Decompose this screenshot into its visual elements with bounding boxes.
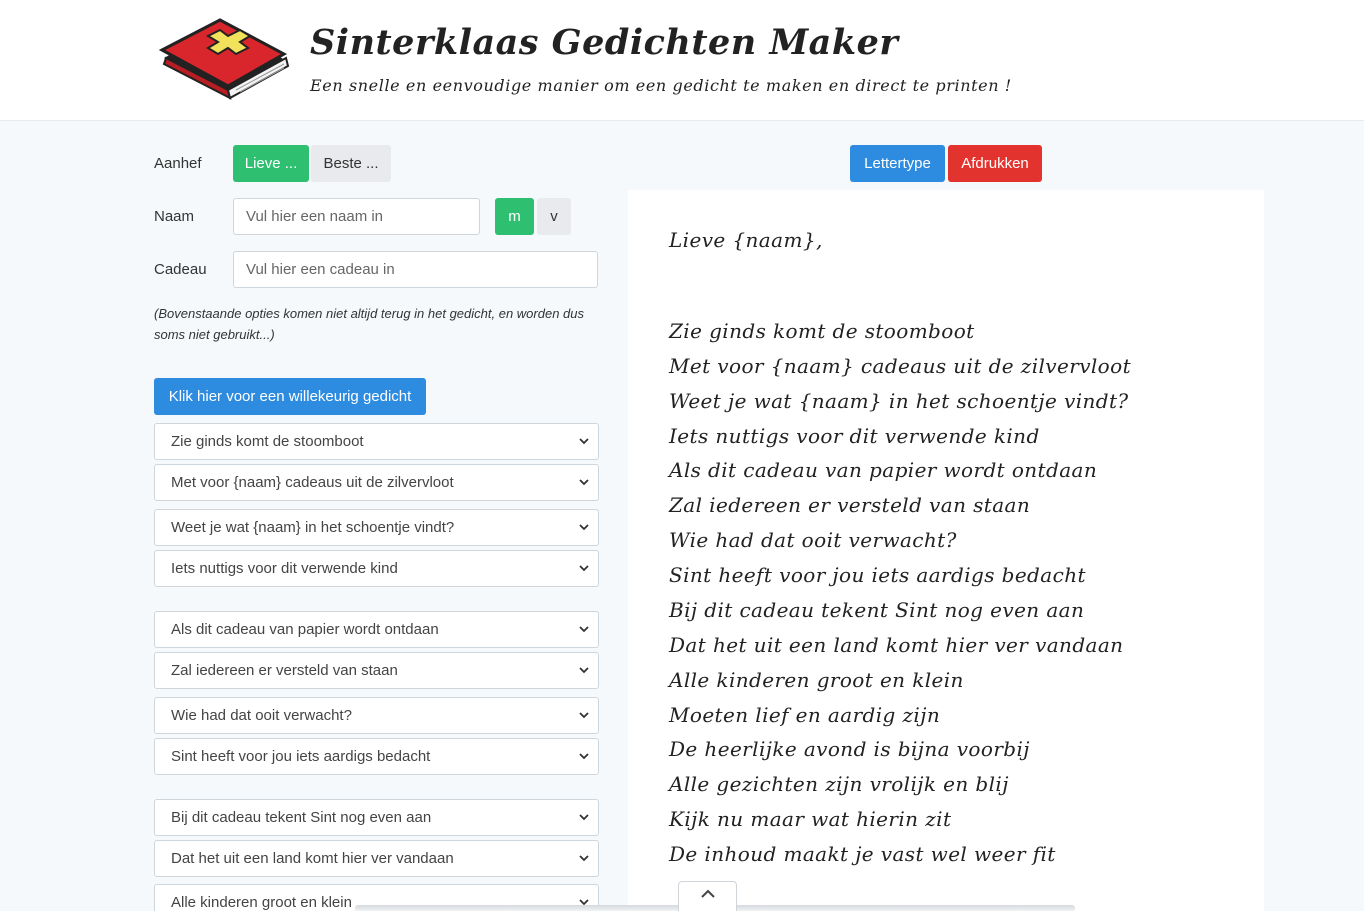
line-select[interactable]: Dat het uit een land komt hier ver vanda… [154, 840, 599, 877]
poem-line: Weet je wat {naam} in het schoentje vind… [669, 389, 1129, 413]
poem-line: Bij dit cadeau tekent Sint nog even aan [669, 598, 1085, 622]
poem-line: Wie had dat ooit verwacht? [669, 528, 957, 552]
line-select-value: Bij dit cadeau tekent Sint nog even aan [171, 809, 432, 826]
gender-m-button[interactable]: m [495, 198, 534, 235]
chevron-down-icon [579, 438, 589, 445]
print-button[interactable]: Afdrukken [948, 145, 1042, 182]
chevron-down-icon [579, 855, 589, 862]
line-select-value: Zal iedereen er versteld van staan [171, 662, 398, 679]
chevron-down-icon [579, 626, 589, 633]
poem-line: Als dit cadeau van papier wordt ontdaan [669, 458, 1098, 482]
aanhef-label: Aanhef [154, 155, 202, 172]
line-select-value: Met voor {naam} cadeaus uit de zilvervlo… [171, 474, 454, 491]
poem-line: Sint heeft voor jou iets aardigs bedacht [669, 563, 1086, 587]
poem-greeting: Lieve {naam}, [669, 228, 823, 252]
font-button[interactable]: Lettertype [850, 145, 945, 182]
line-select-value: Als dit cadeau van papier wordt ontdaan [171, 621, 439, 638]
chevron-down-icon [579, 667, 589, 674]
poem-line: Moeten lief en aardig zijn [669, 703, 941, 727]
chevron-down-icon [579, 712, 589, 719]
line-select[interactable]: Sint heeft voor jou iets aardigs bedacht [154, 738, 599, 775]
poem-line: Kijk nu maar wat hierin zit [669, 807, 952, 831]
chevron-down-icon [579, 479, 589, 486]
line-select[interactable]: Zie ginds komt de stoomboot [154, 423, 599, 460]
chevron-down-icon [579, 565, 589, 572]
scroll-top-button[interactable] [678, 881, 737, 911]
cadeau-input[interactable] [233, 251, 598, 288]
line-select-value: Alle kinderen groot en klein [171, 894, 352, 911]
chevron-down-icon [579, 814, 589, 821]
aanhef-beste-button[interactable]: Beste ... [311, 145, 391, 182]
line-select-value: Sint heeft voor jou iets aardigs bedacht [171, 748, 431, 765]
line-select[interactable]: Met voor {naam} cadeaus uit de zilvervlo… [154, 464, 599, 501]
site-title: Sinterklaas Gedichten Maker [310, 22, 899, 63]
naam-label: Naam [154, 208, 195, 225]
poem-line: Zie ginds komt de stoomboot [669, 319, 975, 343]
poem-line: Dat het uit een land komt hier ver vanda… [669, 633, 1124, 657]
line-select[interactable]: Iets nuttigs voor dit verwende kind [154, 550, 599, 587]
poem-line: Met voor {naam} cadeaus uit de zilvervlo… [669, 354, 1132, 378]
poem-line: Alle kinderen groot en klein [669, 668, 964, 692]
site-header: Sinterklaas Gedichten Maker Een snelle e… [0, 0, 1364, 121]
line-select[interactable]: Wie had dat ooit verwacht? [154, 697, 599, 734]
poem-line: De inhoud maakt je vast wel weer fit [669, 842, 1056, 866]
chevron-up-icon [700, 889, 715, 898]
random-poem-button[interactable]: Klik hier voor een willekeurig gedicht [154, 378, 426, 415]
line-select[interactable]: Bij dit cadeau tekent Sint nog even aan [154, 799, 599, 836]
line-select[interactable]: Zal iedereen er versteld van staan [154, 652, 599, 689]
aanhef-lieve-button[interactable]: Lieve ... [233, 145, 309, 182]
line-select-value: Weet je wat {naam} in het schoentje vind… [171, 519, 455, 536]
line-select-value: Wie had dat ooit verwacht? [171, 707, 352, 724]
poem-line: Alle gezichten zijn vrolijk en blij [669, 772, 1009, 796]
site-subtitle: Een snelle en eenvoudige manier om een g… [310, 76, 1012, 95]
line-select-value: Iets nuttigs voor dit verwende kind [171, 560, 398, 577]
naam-input[interactable] [233, 198, 480, 235]
options-note: (Bovenstaande opties komen niet altijd t… [154, 306, 584, 342]
gender-v-button[interactable]: v [537, 198, 571, 235]
poem-line: Zal iedereen er versteld van staan [669, 493, 1031, 517]
poem-line: Iets nuttigs voor dit verwende kind [669, 424, 1040, 448]
cadeau-label: Cadeau [154, 261, 207, 278]
chevron-down-icon [579, 753, 589, 760]
line-select-value: Zie ginds komt de stoomboot [171, 433, 364, 450]
line-select[interactable]: Als dit cadeau van papier wordt ontdaan [154, 611, 599, 648]
line-select[interactable]: Weet je wat {naam} in het schoentje vind… [154, 509, 599, 546]
red-book-with-cross-icon [158, 18, 290, 100]
line-select-value: Dat het uit een land komt hier ver vanda… [171, 850, 454, 867]
poem-line: De heerlijke avond is bijna voorbij [669, 737, 1030, 761]
chevron-down-icon [579, 524, 589, 531]
